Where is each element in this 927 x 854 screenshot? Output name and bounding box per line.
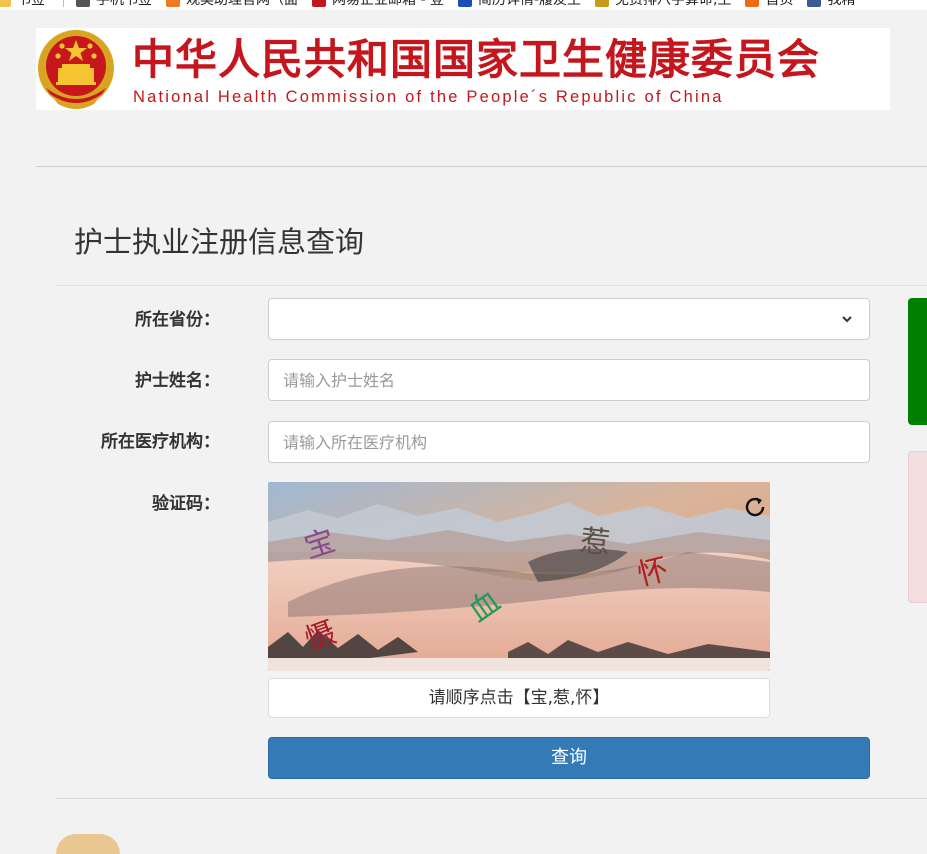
bookmark-label: 手机书签 bbox=[96, 0, 152, 8]
bookmark-item[interactable]: 手机书签 bbox=[76, 0, 152, 10]
nurse-name-input[interactable] bbox=[268, 359, 870, 401]
footer-emblem-icon bbox=[56, 834, 120, 854]
netease-icon bbox=[312, 0, 326, 7]
home-icon bbox=[745, 0, 760, 7]
bookmark-item[interactable]: 观奕助理官网（面 bbox=[166, 0, 298, 10]
captcha-label: 验证码： bbox=[152, 494, 220, 514]
query-button[interactable]: 查询 bbox=[268, 737, 870, 779]
diamond-icon bbox=[166, 0, 180, 7]
bookmark-label: 免费排八字算命,生 bbox=[615, 0, 732, 8]
institution-label: 所在医疗机构： bbox=[101, 432, 220, 452]
facebook-icon bbox=[807, 0, 822, 7]
bookmarks-row: 书签 手机书签 观奕助理官网（面 网易企业邮箱 - 登 简历详情-履友主 免费排八字算命,… bbox=[0, 0, 869, 10]
divider bbox=[56, 285, 927, 286]
bookmark-label: 首页 bbox=[765, 0, 794, 8]
bookmark-item[interactable]: 免费排八字算命,生 bbox=[595, 0, 731, 10]
chevron-down-icon bbox=[842, 316, 852, 323]
captcha-char[interactable]: 惹 bbox=[578, 524, 611, 562]
bookmark-item[interactable]: 书签 bbox=[0, 0, 45, 10]
bookmark-label: 书签 bbox=[17, 0, 45, 8]
bookmark-item[interactable]: 我精 bbox=[807, 0, 855, 10]
refresh-icon[interactable] bbox=[742, 494, 768, 520]
province-select[interactable] bbox=[268, 298, 870, 340]
bookmark-item[interactable]: 首页 bbox=[745, 0, 793, 10]
bookmark-label: 网易企业邮箱 - 登 bbox=[332, 0, 444, 8]
province-label: 所在省份： bbox=[135, 310, 220, 330]
bazi-icon bbox=[595, 0, 610, 7]
bookmark-item[interactable]: 网易企业邮箱 - 登 bbox=[312, 0, 444, 10]
captcha-hint: 请顺序点击【宝,惹,怀】 bbox=[268, 678, 770, 718]
captcha-background bbox=[268, 482, 770, 671]
success-panel bbox=[908, 298, 927, 425]
bookmarks-bar: 书签 手机书签 观奕助理官网（面 网易企业邮箱 - 登 简历详情-履友主 免费排八字算命,… bbox=[0, 0, 927, 10]
folder-icon bbox=[0, 0, 11, 7]
page-title: 护士执业注册信息查询 bbox=[74, 225, 365, 259]
institution-input[interactable] bbox=[268, 421, 870, 463]
bookmark-label: 观奕助理官网（面 bbox=[186, 0, 298, 8]
nurse-name-label: 护士姓名： bbox=[135, 371, 220, 391]
bookmark-item[interactable]: 简历详情-履友主 bbox=[457, 0, 582, 10]
site-title-cn: 中华人民共和国国家卫生健康委员会 bbox=[132, 35, 821, 84]
phone-icon bbox=[76, 0, 90, 7]
bookmark-label: 简历详情-履友主 bbox=[477, 0, 582, 8]
divider bbox=[36, 166, 927, 167]
site-title-en: National Health Commission of the People… bbox=[133, 88, 724, 106]
error-panel bbox=[908, 451, 927, 603]
bookmark-separator bbox=[63, 0, 64, 7]
divider bbox=[56, 798, 927, 799]
national-emblem-icon bbox=[38, 30, 114, 109]
site-banner: 中华人民共和国国家卫生健康委员会 National Health Commiss… bbox=[36, 28, 890, 110]
captcha-image[interactable] bbox=[268, 482, 770, 671]
resume-icon bbox=[457, 0, 472, 7]
bookmark-label: 我精 bbox=[827, 0, 856, 8]
